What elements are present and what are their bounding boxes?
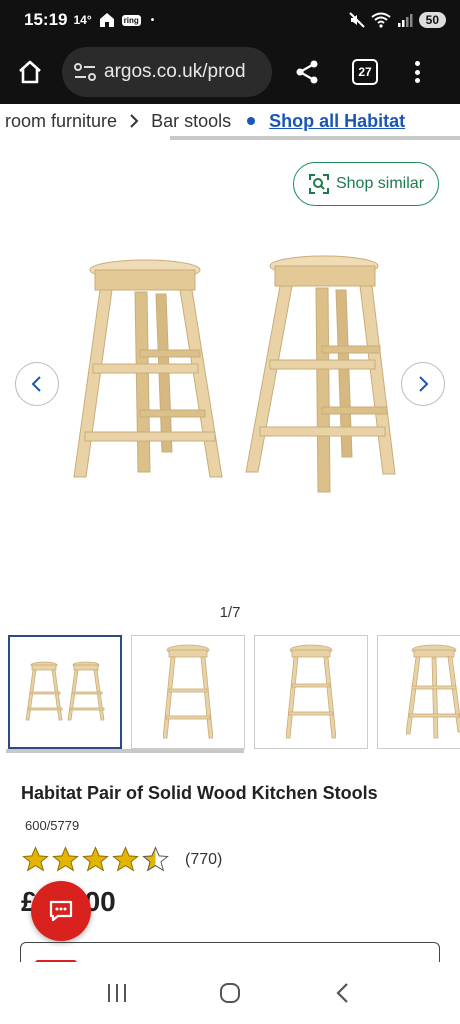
menu-icon[interactable]	[412, 58, 422, 86]
shop-similar-button[interactable]: Shop similar	[293, 162, 439, 206]
tabs-icon[interactable]: 27	[352, 59, 378, 85]
breadcrumb-item[interactable]: g room furniture	[0, 111, 117, 132]
breadcrumb-dot	[247, 117, 256, 125]
signal-icon	[397, 14, 413, 27]
recent-apps-icon	[107, 984, 126, 1002]
status-right: 50	[348, 12, 446, 28]
share-button[interactable]	[292, 57, 322, 87]
shop-similar-icon	[308, 174, 329, 194]
product-image[interactable]	[60, 242, 410, 602]
half-star-icon	[142, 846, 169, 872]
star-icon	[52, 846, 79, 872]
home-button[interactable]	[12, 54, 48, 90]
chevron-right-icon	[419, 376, 429, 392]
recent-apps-button[interactable]	[97, 973, 137, 1013]
status-temperature: 14°	[73, 13, 92, 27]
status-time: 15:19	[24, 10, 68, 29]
ring-icon: ring	[121, 14, 141, 26]
thumbnail-image	[25, 661, 105, 721]
home-status-icon	[99, 13, 114, 27]
product-code: 600/5779	[25, 818, 80, 833]
android-navigation-bar	[0, 962, 460, 1024]
chat-button[interactable]	[31, 881, 91, 941]
chevron-right-icon	[130, 114, 139, 128]
thumbnail-image	[406, 644, 460, 739]
star-icon	[82, 846, 109, 872]
product-title: Habitat Pair of Solid Wood Kitchen Stool…	[21, 778, 421, 841]
breadcrumb-scrollbar[interactable]	[170, 136, 460, 140]
android-back-icon	[336, 983, 349, 1003]
star-icon	[112, 846, 139, 872]
android-home-icon	[219, 983, 240, 1003]
thumbnail-1[interactable]	[8, 635, 122, 749]
star-rating[interactable]: (770)	[21, 845, 222, 874]
android-home-button[interactable]	[210, 973, 250, 1013]
browser-toolbar: argos.co.uk/prod 27	[0, 40, 460, 104]
notification-dot: •	[150, 14, 155, 26]
product-name: Habitat Pair of Solid Wood Kitchen Stool…	[21, 783, 378, 803]
review-count[interactable]: (770)	[185, 851, 222, 869]
url-text: argos.co.uk/prod	[104, 61, 246, 82]
thumbnail-3[interactable]	[254, 635, 368, 749]
android-back-button[interactable]	[323, 973, 363, 1013]
image-counter: 1/7	[219, 604, 241, 621]
share-icon	[296, 60, 318, 84]
thumbnail-scrollbar[interactable]	[6, 749, 244, 753]
chevron-left-icon	[31, 376, 41, 392]
thumbnail-2[interactable]	[131, 635, 245, 749]
shop-all-habitat-link[interactable]: Shop all Habitat	[269, 111, 405, 132]
thumbnail-strip	[0, 635, 460, 751]
address-bar[interactable]: argos.co.uk/prod	[62, 47, 272, 97]
previous-image-button[interactable]	[15, 362, 59, 406]
site-settings-icon[interactable]	[74, 63, 96, 81]
mute-icon	[348, 12, 365, 28]
chat-icon	[49, 900, 73, 922]
next-image-button[interactable]	[401, 362, 445, 406]
star-icon	[22, 846, 49, 872]
home-icon	[19, 60, 41, 84]
wifi-icon	[371, 12, 391, 28]
product-gallery: Shop similar 1/7	[0, 142, 460, 632]
thumbnail-4[interactable]	[377, 635, 460, 749]
battery-icon: 50	[418, 12, 446, 28]
shop-similar-label: Shop similar	[335, 175, 425, 192]
thumbnail-image	[163, 644, 213, 739]
status-bar: 15:19 14° ring • 50	[0, 0, 460, 40]
thumbnail-image	[286, 644, 336, 739]
breadcrumb: g room furniture Bar stools Shop all Hab…	[0, 104, 460, 138]
breadcrumb-item[interactable]: Bar stools	[151, 111, 231, 132]
status-left: 15:19 14° ring •	[24, 10, 154, 30]
